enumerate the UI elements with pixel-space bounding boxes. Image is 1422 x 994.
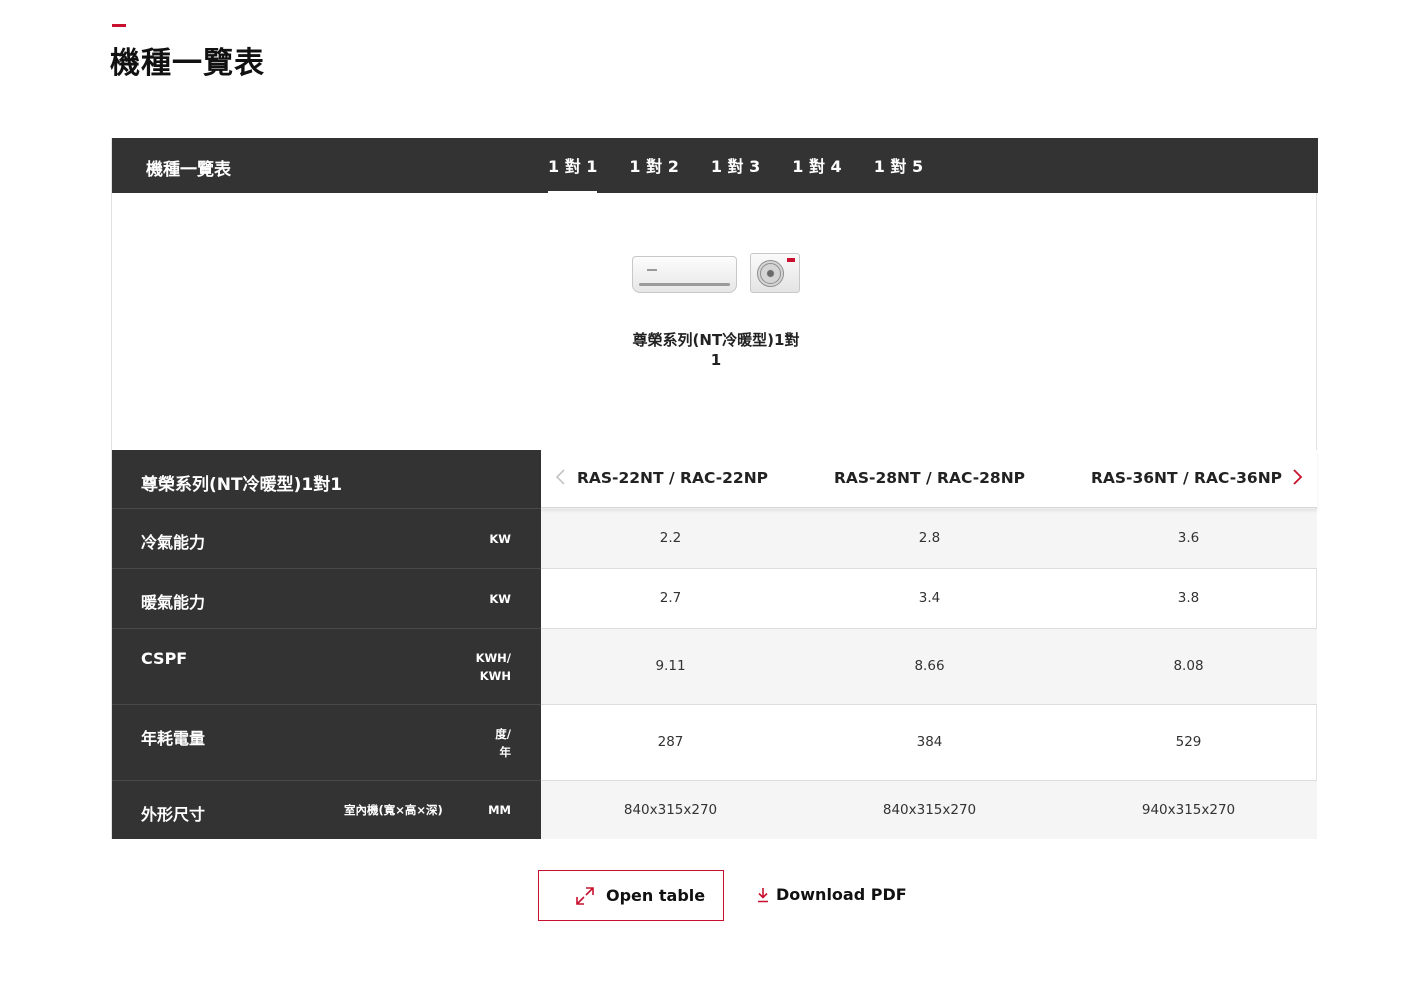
tab-list: 1 對 1 1 對 2 1 對 3 1 對 4 1 對 5	[548, 138, 955, 193]
spec-label: 年耗電量	[141, 729, 206, 748]
tab-1-to-4[interactable]: 1 對 4	[792, 138, 841, 193]
title-accent-bar	[112, 24, 126, 27]
product-card: 尊榮系列(NT冷暖型)1對1	[112, 193, 1318, 450]
model-name: RAS-22NT / RAC-22NP	[576, 469, 769, 487]
spec-row-heating: 暖氣能力 KW	[112, 569, 541, 629]
indoor-unit-image	[632, 256, 737, 293]
spec-row-annual-consumption: 年耗電量 度/ 年	[112, 705, 541, 781]
table-cell: 840x315x270	[623, 802, 718, 818]
spec-label: 暖氣能力	[141, 593, 206, 612]
series-title: 尊榮系列(NT冷暖型)1對1	[141, 475, 343, 495]
tab-1-to-3[interactable]: 1 對 3	[711, 138, 760, 193]
table-cell: 384	[916, 734, 943, 750]
spec-row-cspf: CSPF KWH/ KWH	[112, 629, 541, 705]
spec-unit: KW	[489, 532, 511, 546]
outdoor-unit-image	[750, 253, 800, 293]
table-cell: 2.7	[659, 590, 682, 606]
chevron-right-icon	[1293, 469, 1303, 485]
product-name: 尊榮系列(NT冷暖型)1對1	[632, 331, 800, 369]
spec-label: CSPF	[141, 649, 188, 668]
spec-row-cooling: 冷氣能力 KW	[112, 509, 541, 569]
table-cell: 9.11	[655, 658, 686, 674]
table-cell: 8.08	[1173, 658, 1204, 674]
table-cell: 3.6	[1177, 530, 1200, 546]
spec-labels-column: 尊榮系列(NT冷暖型)1對1 冷氣能力 KW 暖氣能力 KW CSPF KWH/…	[112, 450, 541, 839]
open-table-button[interactable]: Open table	[538, 870, 724, 921]
table-cell: 3.8	[1177, 590, 1200, 606]
table-cell: 840x315x270	[882, 802, 977, 818]
spec-values-column: RAS-22NT / RAC-22NP RAS-28NT / RAC-28NP …	[541, 450, 1317, 839]
model-header: RAS-22NT / RAC-22NP RAS-28NT / RAC-28NP …	[541, 450, 1317, 508]
table-cell: 2.2	[659, 530, 682, 546]
value-row-heating: 2.7 3.4 3.8	[541, 569, 1317, 629]
model-name: RAS-28NT / RAC-28NP	[833, 469, 1026, 487]
table-cell: 2.8	[918, 530, 941, 546]
series-header: 尊榮系列(NT冷暖型)1對1	[112, 450, 541, 509]
spec-label: 冷氣能力	[141, 533, 206, 552]
spec-unit: MM	[488, 803, 511, 817]
table-cell: 3.4	[918, 590, 941, 606]
open-table-label: Open table	[606, 886, 706, 905]
spec-sublabel: 室內機(寬×高×深)	[344, 803, 443, 817]
download-icon	[758, 888, 768, 903]
spec-unit: KWH/ KWH	[475, 651, 511, 683]
expand-icon	[576, 887, 594, 905]
tab-bar: 機種一覽表 1 對 1 1 對 2 1 對 3 1 對 4 1 對 5	[112, 138, 1318, 193]
spec-row-dimensions: 外形尺寸 室內機(寬×高×深) MM	[112, 781, 541, 839]
product-image	[630, 253, 802, 297]
spec-label: 外形尺寸	[141, 805, 206, 824]
table-cell: 529	[1175, 734, 1202, 750]
download-pdf-label: Download PDF	[776, 885, 907, 904]
tab-1-to-5[interactable]: 1 對 5	[874, 138, 923, 193]
next-model-button[interactable]	[1285, 465, 1309, 489]
tab-1-to-1[interactable]: 1 對 1	[548, 138, 598, 193]
value-row-annual-consumption: 287 384 529	[541, 705, 1317, 781]
spec-unit: 度/ 年	[495, 727, 511, 759]
table-cell: 8.66	[914, 658, 945, 674]
model-name: RAS-36NT / RAC-36NP	[1090, 469, 1283, 487]
value-row-dimensions: 840x315x270 840x315x270 940x315x270	[541, 781, 1317, 839]
tab-bar-title: 機種一覽表	[146, 160, 231, 180]
table-cell: 940x315x270	[1141, 802, 1236, 818]
fan-icon	[757, 260, 784, 287]
value-row-cspf: 9.11 8.66 8.08	[541, 629, 1317, 705]
page-title: 機種一覽表	[110, 46, 265, 81]
value-row-cooling: 2.2 2.8 3.6	[541, 509, 1317, 569]
tab-1-to-2[interactable]: 1 對 2	[629, 138, 678, 193]
table-cell: 287	[657, 734, 684, 750]
spec-unit: KW	[489, 592, 511, 606]
comparison-panel: 機種一覽表 1 對 1 1 對 2 1 對 3 1 對 4 1 對 5 尊榮系列…	[111, 138, 1318, 839]
